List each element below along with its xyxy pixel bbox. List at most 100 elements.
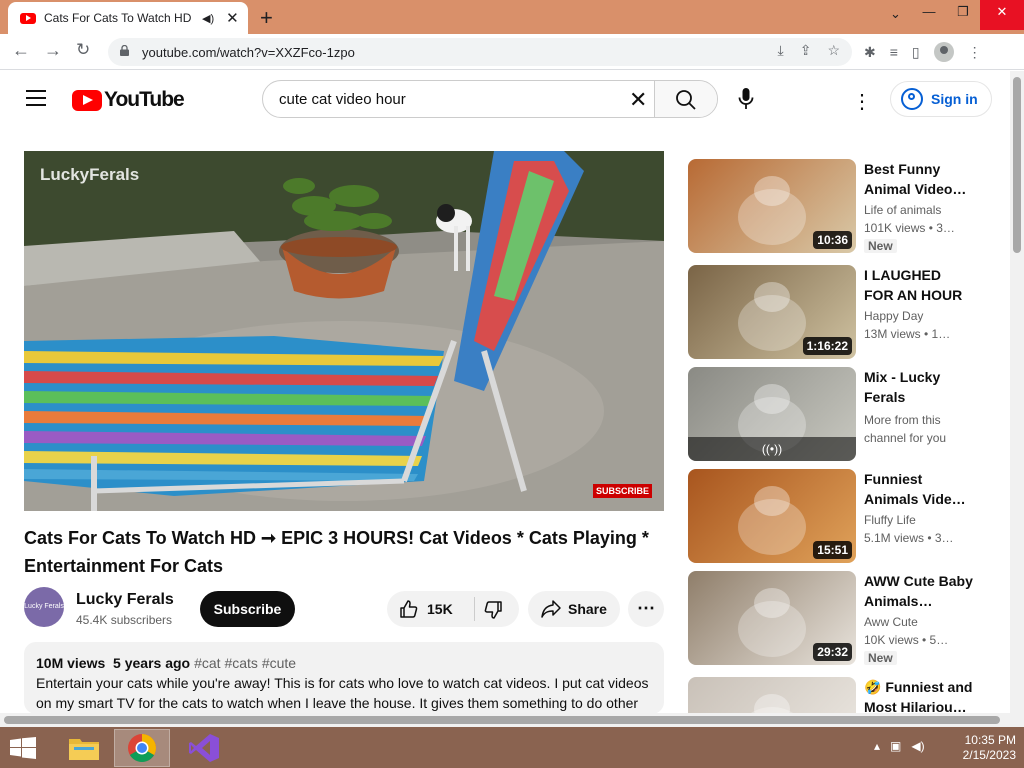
- video-thumbnail[interactable]: 29:32: [688, 571, 856, 665]
- video-thumbnail[interactable]: 1:16:22: [688, 265, 856, 359]
- recommended-meta: 13M views • 1…: [864, 327, 951, 341]
- thumbnail-art: [750, 694, 794, 713]
- tab-search-icon[interactable]: ⌄: [890, 6, 901, 22]
- recommended-title[interactable]: AWW Cute Baby Animals…: [864, 571, 974, 611]
- media-control-icon[interactable]: ≡: [890, 44, 898, 60]
- subscriber-count: 45.4K subscribers: [76, 613, 173, 627]
- install-icon[interactable]: ⤓: [778, 42, 784, 59]
- new-tab-icon[interactable]: +: [260, 5, 273, 31]
- subscribe-button[interactable]: Subscribe: [200, 591, 295, 627]
- url-text: youtube.com/watch?v=XXZFco-1zpo: [142, 45, 355, 60]
- omnibox[interactable]: youtube.com/watch?v=XXZFco-1zpo ⤓ ⇪ ☆: [108, 38, 852, 66]
- recommended-channel: Fluffy Life: [864, 513, 916, 527]
- video-thumbnail[interactable]: ((•)): [688, 367, 856, 461]
- speaker-icon[interactable]: ◀): [202, 12, 214, 25]
- video-frame: [24, 151, 664, 511]
- settings-menu-icon[interactable]: ⋮: [852, 89, 872, 114]
- recommended-channel: Happy Day: [864, 309, 924, 323]
- window-close-icon[interactable]: ✕: [980, 0, 1024, 30]
- video-duration: 15:51: [813, 541, 852, 559]
- extensions-icon[interactable]: ✱: [864, 44, 876, 61]
- upload-age: 5 years ago: [113, 655, 191, 671]
- youtube-favicon-icon: [20, 12, 36, 24]
- video-duration: 29:32: [813, 643, 852, 661]
- taskbar-visual-studio[interactable]: [176, 729, 232, 767]
- search-box[interactable]: cute cat video hour ✕: [262, 80, 718, 118]
- like-dislike-group: 15K: [387, 591, 519, 627]
- recommended-title[interactable]: Mix - Lucky Ferals: [864, 367, 974, 407]
- horizontal-scroll-thumb[interactable]: [4, 716, 1000, 724]
- chrome-menu-icon[interactable]: ⋮: [968, 44, 982, 61]
- channel-name[interactable]: Lucky Ferals: [76, 591, 174, 609]
- browser-tab-strip: Cats For Cats To Watch HD - ◀) ✕ + ⌄ — ❐…: [0, 0, 1024, 34]
- dislike-icon[interactable]: [483, 600, 503, 620]
- vertical-scrollbar[interactable]: [1010, 71, 1024, 713]
- system-clock[interactable]: 10:35 PM 2/15/2023: [963, 733, 1016, 763]
- like-count: 15K: [427, 601, 453, 617]
- tab-close-icon[interactable]: ✕: [226, 9, 239, 27]
- hashtags[interactable]: #cat #cats #cute: [194, 655, 296, 671]
- back-icon[interactable]: ←: [12, 40, 30, 61]
- lock-icon: [120, 45, 129, 56]
- youtube-logo[interactable]: YouTube: [72, 88, 185, 112]
- recommended-title[interactable]: Best Funny Animal Video…: [864, 159, 974, 199]
- mix-radio-icon: ((•)): [688, 437, 856, 461]
- recommended-video[interactable]: ((•)) Mix - Lucky Ferals More from this ch…: [688, 367, 988, 461]
- horizontal-scrollbar[interactable]: [0, 713, 1024, 727]
- recommended-channel: Aww Cute: [864, 615, 918, 629]
- video-player[interactable]: LuckyFerals SUBSCRIBE: [24, 151, 664, 511]
- search-input[interactable]: cute cat video hour: [279, 91, 406, 108]
- menu-icon[interactable]: [26, 90, 46, 111]
- profile-avatar-icon[interactable]: [933, 42, 954, 62]
- recommended-video[interactable]: 15:51 Funniest Animals Vide… Fluffy Life 5.…: [688, 469, 988, 563]
- tray-expand-icon[interactable]: ▴: [874, 739, 880, 753]
- video-thumbnail[interactable]: 10:36: [688, 159, 856, 253]
- video-thumbnail[interactable]: [688, 677, 856, 713]
- recommended-title[interactable]: Funniest Animals Vide…: [864, 469, 974, 509]
- taskbar-chrome[interactable]: [114, 729, 170, 767]
- volume-icon[interactable]: ◀): [911, 739, 924, 753]
- recommended-video[interactable]: 10:36 Best Funny Animal Video… Life of ani…: [688, 159, 988, 253]
- video-duration: 10:36: [813, 231, 852, 249]
- visual-studio-icon: [189, 734, 219, 762]
- recommended-video[interactable]: 🤣 Funniest and Most Hilariou…: [688, 677, 988, 713]
- search-button[interactable]: [654, 81, 717, 117]
- video-duration: 1:16:22: [802, 337, 852, 355]
- description-box[interactable]: 10M views 5 years ago #cat #cats #cute En…: [24, 642, 664, 714]
- minimize-icon[interactable]: —: [912, 0, 946, 30]
- folder-icon: [69, 739, 99, 760]
- sign-in-label: Sign in: [931, 91, 978, 107]
- vertical-scroll-thumb[interactable]: [1013, 77, 1021, 253]
- like-icon[interactable]: [399, 599, 419, 619]
- clock-date: 2/15/2023: [962, 748, 1016, 762]
- channel-avatar[interactable]: Lucky Ferals: [24, 587, 64, 627]
- recommended-video[interactable]: 29:32 AWW Cute Baby Animals… Aww Cute 10K v…: [688, 571, 988, 665]
- like-divider: [474, 597, 475, 621]
- microphone-icon[interactable]: [738, 88, 754, 110]
- video-thumbnail[interactable]: 15:51: [688, 469, 856, 563]
- bookmark-star-icon[interactable]: ☆: [827, 42, 840, 59]
- logo-text: YouTube: [104, 88, 185, 111]
- recommended-title[interactable]: 🤣 Funniest and Most Hilariou…: [864, 677, 974, 713]
- recommended-meta: 10K views • 5…: [864, 633, 949, 647]
- subscribe-watermark[interactable]: SUBSCRIBE: [592, 484, 652, 498]
- restore-icon[interactable]: ❐: [946, 0, 980, 30]
- sign-in-button[interactable]: Sign in: [890, 81, 992, 117]
- share-icon: [541, 600, 561, 618]
- windows-start-icon[interactable]: [10, 737, 36, 759]
- youtube-play-icon: [72, 89, 102, 111]
- new-badge: New: [864, 651, 897, 665]
- clear-search-icon[interactable]: ✕: [629, 87, 647, 113]
- share-button[interactable]: Share: [528, 591, 620, 627]
- taskbar-file-explorer[interactable]: [56, 729, 112, 767]
- forward-icon[interactable]: →: [44, 40, 62, 61]
- recommended-title[interactable]: I LAUGHED FOR AN HOUR😹…: [864, 265, 974, 305]
- share-page-icon[interactable]: ⇪: [800, 42, 812, 59]
- network-icon[interactable]: ▣: [890, 739, 901, 753]
- side-panel-icon[interactable]: ▯: [912, 44, 920, 61]
- more-actions-icon[interactable]: ⋯: [628, 591, 664, 627]
- recommended-video[interactable]: 1:16:22 I LAUGHED FOR AN HOUR😹… Happy Day 1…: [688, 265, 988, 359]
- channel-watermark: LuckyFerals: [40, 165, 140, 184]
- reload-icon[interactable]: ↻: [76, 40, 90, 60]
- browser-tab[interactable]: Cats For Cats To Watch HD - ◀) ✕: [8, 2, 248, 34]
